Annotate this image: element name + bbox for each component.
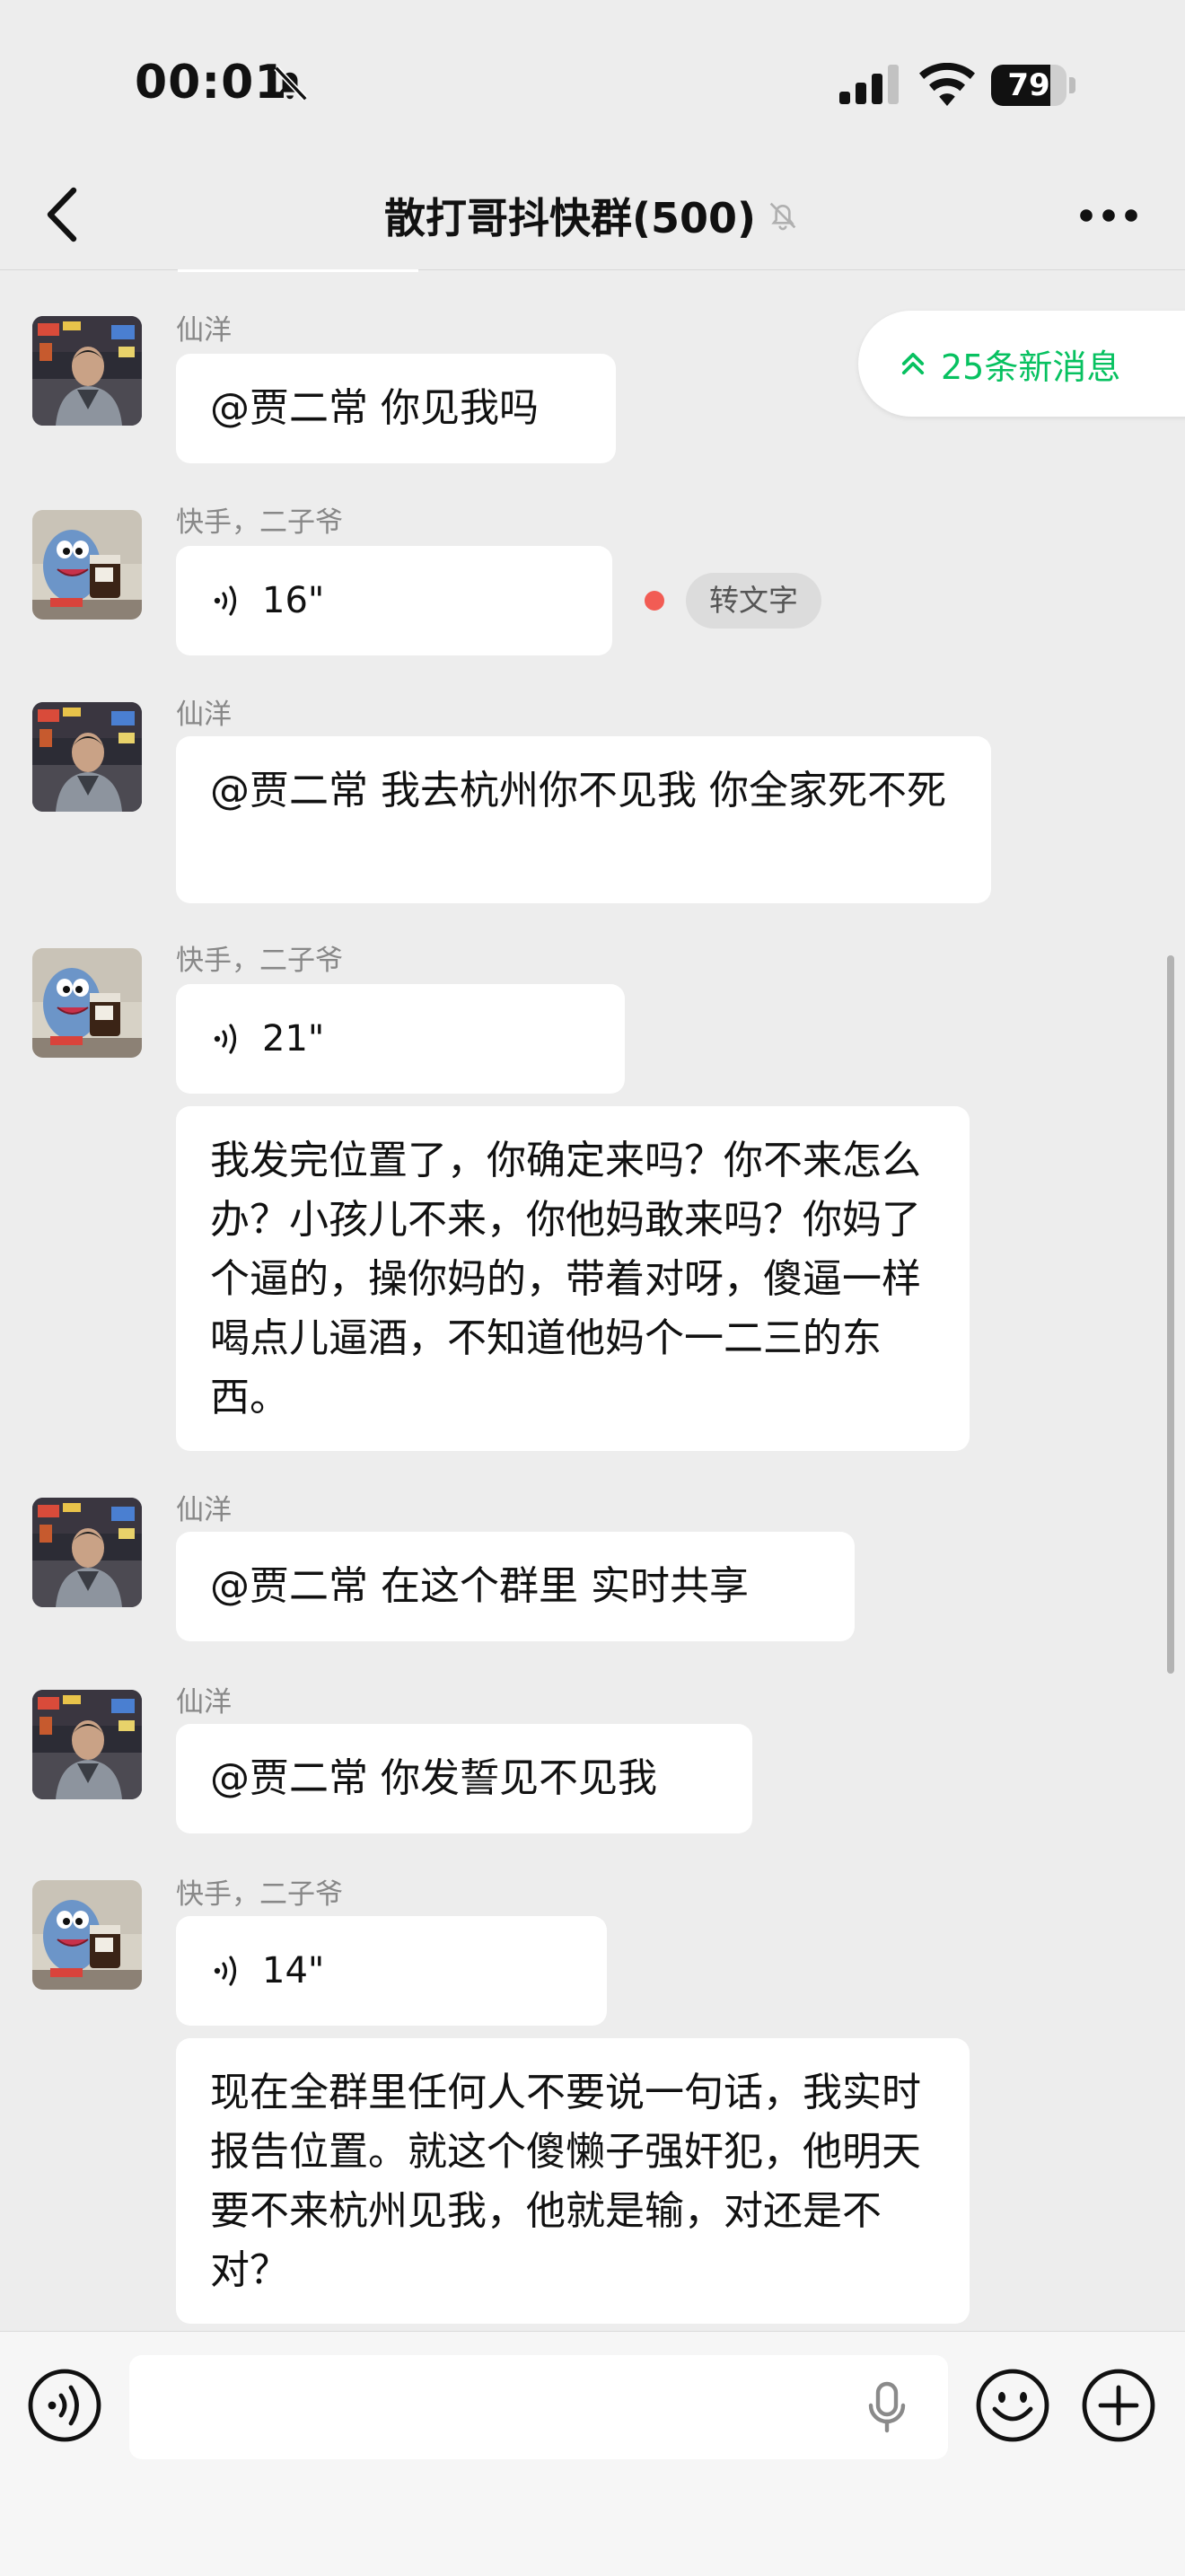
voice-mode-icon[interactable] [27,2368,102,2443]
sender-name: 快手，二子爷 [176,506,343,539]
input-bar [0,2331,1185,2576]
emoji-icon[interactable] [975,2368,1050,2443]
chat-header: 散打哥抖快群(500) [0,162,1185,270]
voice-waves-icon [213,585,237,616]
avatar[interactable] [32,1498,142,1607]
voice-message[interactable]: 16" [176,546,612,655]
voice-duration: 21" [262,1018,325,1059]
avatar[interactable] [32,510,142,620]
avatar[interactable] [32,316,142,426]
scrollbar[interactable] [1167,955,1174,1674]
group-name: 散打哥抖快群(500) [383,194,757,242]
plus-icon[interactable] [1081,2368,1156,2443]
avatar[interactable] [32,1880,142,1990]
sender-name: 仙洋 [176,1686,232,1719]
voice-duration: 14" [262,1950,325,1991]
status-bar: 00:01 79 [0,0,1185,162]
message-bubble[interactable]: 我发完位置了，你确定来吗？你不来怎么办？小孩儿不来，你他妈敢来吗？你妈了个逼的，… [176,1106,970,1451]
double-chevron-up-icon [901,352,925,375]
convert-to-text-button[interactable]: 转文字 [686,573,821,629]
new-messages-label: 25条新消息 [941,347,1121,387]
chevron-left-icon[interactable] [36,185,90,244]
avatar[interactable] [32,1690,142,1799]
microphone-icon[interactable] [858,2378,916,2436]
wifi-icon [919,63,975,106]
avatar[interactable] [32,948,142,1058]
page-title: 散打哥抖快群(500) [323,187,862,244]
header-divider [178,269,418,272]
sender-name: 快手，二子爷 [176,945,343,977]
sender-name: 仙洋 [176,314,232,347]
message-bubble[interactable]: @贾二常 在这个群里 实时共享 [176,1532,855,1641]
battery-indicator: 79 [991,65,1077,106]
sender-name: 仙洋 [176,1494,232,1526]
avatar[interactable] [32,702,142,812]
message-bubble[interactable]: @贾二常 我去杭州你不见我 你全家死不死 [176,736,991,903]
battery-level: 79 [1007,67,1050,103]
sender-name: 快手，二子爷 [176,1878,343,1911]
message-bubble[interactable]: @贾二常 你发誓见不见我 [176,1724,752,1833]
new-messages-button[interactable]: 25条新消息 [858,311,1185,417]
cellular-signal-icon [839,65,899,104]
voice-duration: 16" [262,580,325,621]
unread-dot [645,591,664,611]
more-dots-icon[interactable] [1077,190,1140,241]
status-time: 00:01 [135,56,288,110]
bell-off-icon [769,202,796,231]
voice-message[interactable]: 21" [176,984,625,1094]
sender-name: 仙洋 [176,699,232,731]
voice-waves-icon [213,1956,237,1986]
message-bubble[interactable]: 现在全群里任何人不要说一句话，我实时报告位置。就这个傻懒子强奸犯，他明天要不来杭… [176,2038,970,2324]
voice-message[interactable]: 14" [176,1916,607,2026]
message-bubble[interactable]: @贾二常 你见我吗 [176,354,616,463]
voice-waves-icon [213,1024,237,1054]
message-input[interactable] [129,2355,948,2459]
bell-off-icon [274,66,308,101]
